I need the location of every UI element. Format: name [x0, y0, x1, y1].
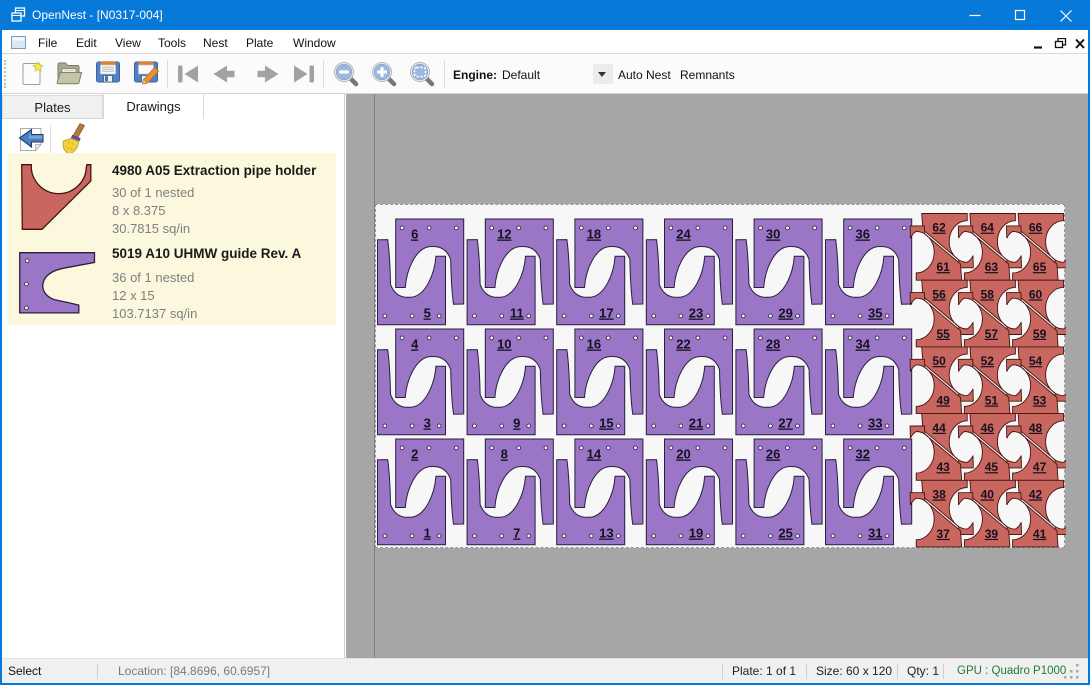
svg-text:22: 22: [676, 337, 690, 352]
svg-text:60: 60: [1029, 287, 1043, 301]
svg-text:6: 6: [411, 227, 418, 242]
svg-text:21: 21: [689, 416, 703, 431]
svg-text:31: 31: [868, 526, 882, 541]
svg-text:39: 39: [985, 527, 999, 541]
svg-text:13: 13: [599, 526, 613, 541]
svg-text:48: 48: [1029, 421, 1043, 435]
svg-text:12: 12: [497, 227, 511, 242]
svg-text:33: 33: [868, 416, 882, 431]
svg-text:61: 61: [937, 260, 951, 274]
svg-text:26: 26: [766, 447, 780, 462]
svg-text:35: 35: [868, 306, 882, 321]
svg-text:49: 49: [937, 394, 951, 408]
svg-text:63: 63: [985, 260, 999, 274]
svg-text:45: 45: [985, 460, 999, 474]
svg-text:32: 32: [855, 447, 869, 462]
svg-text:28: 28: [766, 337, 780, 352]
svg-text:9: 9: [513, 416, 520, 431]
svg-text:65: 65: [1033, 260, 1047, 274]
svg-text:54: 54: [1029, 354, 1043, 368]
svg-text:18: 18: [587, 227, 601, 242]
svg-text:16: 16: [587, 337, 601, 352]
svg-text:52: 52: [981, 354, 995, 368]
svg-text:53: 53: [1033, 394, 1047, 408]
svg-text:7: 7: [513, 526, 520, 541]
svg-text:11: 11: [510, 306, 524, 321]
svg-text:36: 36: [855, 227, 869, 242]
svg-text:20: 20: [676, 447, 690, 462]
svg-text:55: 55: [937, 327, 951, 341]
svg-text:57: 57: [985, 327, 999, 341]
svg-text:19: 19: [689, 526, 703, 541]
svg-text:64: 64: [981, 221, 995, 235]
svg-text:56: 56: [932, 287, 946, 301]
svg-text:38: 38: [932, 488, 946, 502]
svg-text:46: 46: [981, 421, 995, 435]
svg-text:37: 37: [937, 527, 951, 541]
svg-text:42: 42: [1029, 488, 1043, 502]
svg-text:50: 50: [932, 354, 946, 368]
svg-text:17: 17: [599, 306, 613, 321]
svg-text:40: 40: [981, 488, 995, 502]
svg-text:66: 66: [1029, 221, 1043, 235]
svg-text:62: 62: [932, 221, 946, 235]
svg-text:23: 23: [689, 306, 703, 321]
svg-text:34: 34: [855, 337, 870, 352]
svg-text:29: 29: [778, 306, 792, 321]
svg-text:25: 25: [778, 526, 792, 541]
svg-text:51: 51: [985, 394, 999, 408]
svg-text:15: 15: [599, 416, 613, 431]
svg-text:30: 30: [766, 227, 780, 242]
svg-text:24: 24: [676, 227, 691, 242]
svg-text:2: 2: [411, 447, 418, 462]
svg-text:8: 8: [501, 447, 508, 462]
svg-text:58: 58: [981, 287, 995, 301]
svg-text:10: 10: [497, 337, 511, 352]
svg-text:47: 47: [1033, 460, 1047, 474]
svg-text:3: 3: [424, 416, 431, 431]
svg-text:44: 44: [932, 421, 946, 435]
svg-text:59: 59: [1033, 327, 1047, 341]
svg-text:41: 41: [1033, 527, 1047, 541]
svg-text:43: 43: [937, 460, 951, 474]
svg-text:14: 14: [587, 447, 602, 462]
svg-text:5: 5: [424, 306, 431, 321]
svg-text:27: 27: [778, 416, 792, 431]
svg-text:4: 4: [411, 337, 419, 352]
svg-text:1: 1: [424, 526, 431, 541]
